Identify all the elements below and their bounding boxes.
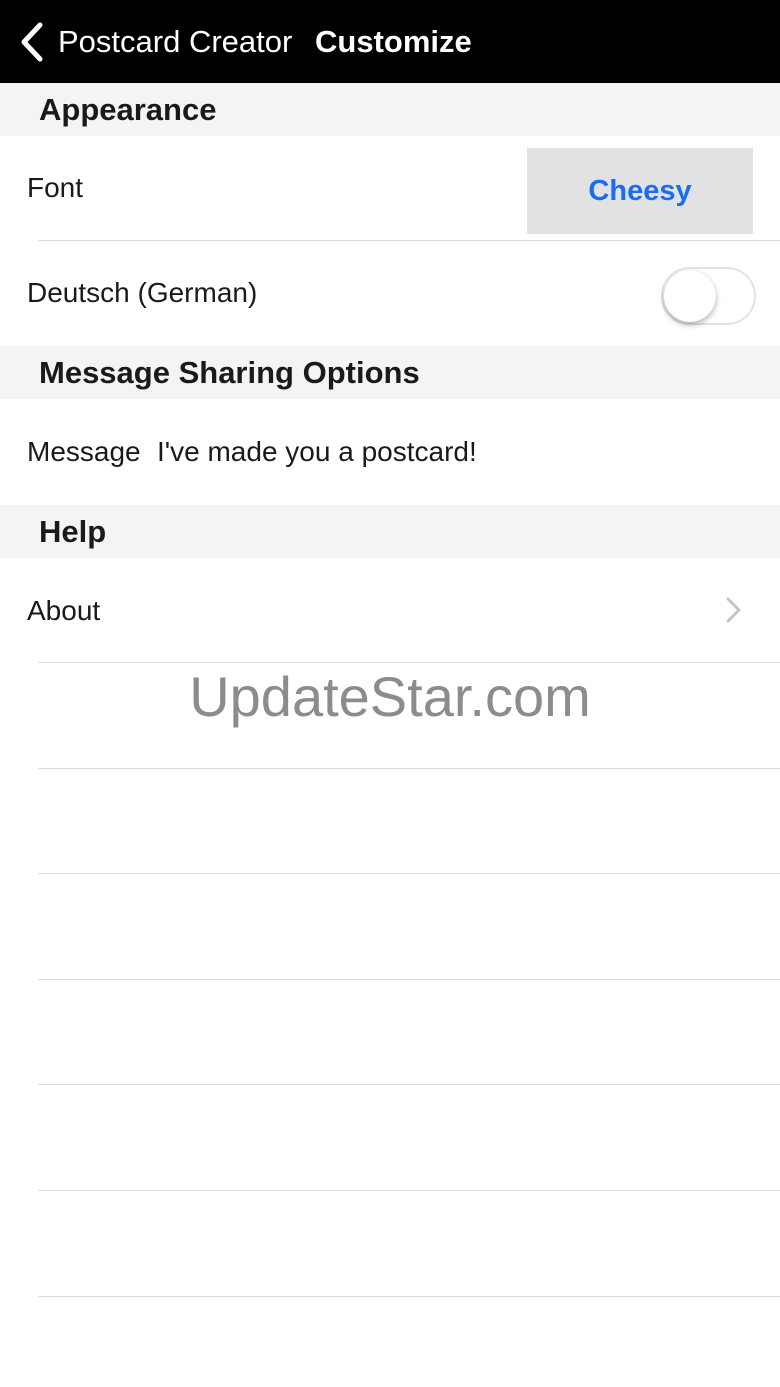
navigation-bar: Postcard Creator Customize — [0, 0, 780, 83]
about-row[interactable]: About — [0, 558, 780, 663]
font-picker-button[interactable]: Cheesy — [527, 148, 753, 234]
font-label: Font — [27, 172, 84, 203]
section-header-help: Help — [0, 505, 780, 558]
font-picker-value: Cheesy — [588, 174, 692, 207]
section-header-label: Message Sharing Options — [39, 355, 420, 390]
section-header-label: Help — [39, 514, 107, 549]
back-button[interactable]: Postcard Creator — [18, 18, 292, 66]
message-field[interactable]: I've made you a postcard! — [157, 436, 477, 468]
font-row: Font Cheesy — [0, 136, 780, 241]
german-toggle[interactable] — [661, 267, 756, 325]
empty-row-separator — [38, 873, 780, 874]
chevron-left-icon — [21, 22, 43, 62]
german-row: Deutsch (German) — [0, 241, 780, 346]
about-label: About — [27, 595, 101, 626]
message-row[interactable]: Message I've made you a postcard! — [0, 399, 780, 505]
empty-row-separator — [38, 1296, 780, 1297]
chevron-right-icon — [726, 597, 741, 623]
empty-row-separator — [38, 1084, 780, 1085]
page-title: Customize — [315, 24, 472, 59]
watermark: UpdateStar.com — [189, 665, 591, 728]
toggle-knob — [664, 270, 716, 322]
message-label: Message — [27, 436, 141, 467]
empty-row-separator — [38, 1190, 780, 1191]
back-button-label: Postcard Creator — [58, 24, 293, 59]
section-header-label: Appearance — [39, 92, 217, 127]
section-header-message-sharing: Message Sharing Options — [0, 346, 780, 399]
empty-row-separator — [38, 979, 780, 980]
row-separator — [38, 662, 780, 663]
section-header-appearance: Appearance — [0, 83, 780, 136]
empty-row-separator — [38, 768, 780, 769]
german-label: Deutsch (German) — [27, 277, 258, 308]
